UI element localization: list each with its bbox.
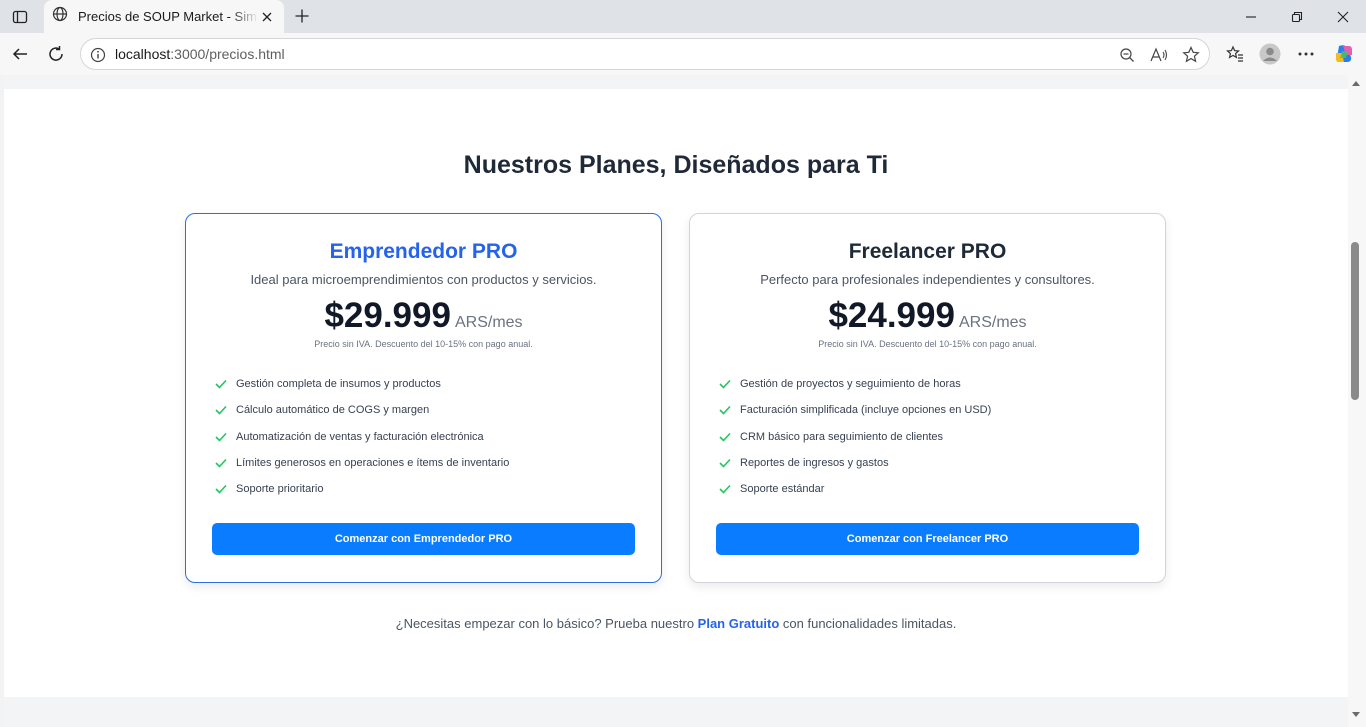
check-icon	[214, 456, 228, 470]
page-viewport: Nuestros Planes, Diseñados para Ti Empre…	[4, 75, 1348, 727]
plan-price-unit: ARS/mes	[958, 314, 1027, 331]
plan-title: Freelancer PRO	[848, 240, 1007, 263]
free-plan-link[interactable]: Plan Gratuito	[698, 616, 780, 631]
plan-card-freelancer: Freelancer PRO Perfecto para profesional…	[689, 213, 1166, 583]
feature-item: Gestión de proyectos y seguimiento de ho…	[718, 371, 991, 397]
feature-item: Cálculo automático de COGS y margen	[214, 397, 509, 423]
plan-features: Gestión de proyectos y seguimiento de ho…	[718, 371, 991, 502]
star-icon[interactable]	[1181, 45, 1201, 65]
check-icon	[718, 482, 732, 496]
sidebar-toggle-icon[interactable]	[6, 4, 34, 30]
check-icon	[214, 377, 228, 391]
plan-description: Ideal para microemprendimientos con prod…	[250, 272, 597, 287]
start-freelancer-button[interactable]: Comenzar con Freelancer PRO	[716, 523, 1139, 555]
feature-item: Soporte estándar	[718, 476, 991, 502]
close-window-icon[interactable]	[1320, 0, 1366, 33]
check-icon	[214, 430, 228, 444]
tab-strip: Precios de SOUP Market - Simplifica	[0, 0, 1366, 33]
copilot-icon[interactable]	[1329, 40, 1359, 68]
check-icon	[718, 403, 732, 417]
globe-icon	[52, 6, 68, 27]
plan-description: Perfecto para profesionales independient…	[760, 272, 1095, 287]
profile-icon[interactable]	[1255, 40, 1285, 68]
plan-price-unit: ARS/mes	[454, 314, 523, 331]
scroll-up-icon[interactable]	[1352, 81, 1360, 86]
browser-toolbar: localhost:3000/precios.html	[0, 33, 1366, 75]
scroll-thumb[interactable]	[1351, 242, 1359, 400]
feature-item: Gestión completa de insumos y productos	[214, 371, 509, 397]
plan-price-note: Precio sin IVA. Descuento del 10-15% con…	[818, 339, 1037, 349]
info-icon[interactable]	[88, 45, 108, 65]
read-aloud-icon[interactable]	[1149, 45, 1169, 65]
plan-price-row: $29.999 ARS/mes	[186, 296, 661, 336]
feature-item: Soporte prioritario	[214, 476, 509, 502]
feature-item: Reportes de ingresos y gastos	[718, 450, 991, 476]
feature-item: Facturación simplificada (incluye opcion…	[718, 397, 991, 423]
plan-features: Gestión completa de insumos y productos …	[214, 371, 509, 502]
feature-item: Límites generosos en operaciones e ítems…	[214, 450, 509, 476]
page-scrollbar[interactable]	[1348, 75, 1366, 727]
plan-price: $24.999	[828, 296, 955, 335]
check-icon	[214, 482, 228, 496]
check-icon	[718, 377, 732, 391]
feature-item: Automatización de ventas y facturación e…	[214, 424, 509, 450]
back-icon[interactable]	[5, 40, 35, 68]
more-icon[interactable]	[1291, 40, 1321, 68]
favorites-icon[interactable]	[1220, 40, 1250, 68]
plan-price-row: $24.999 ARS/mes	[690, 296, 1165, 336]
plan-price-note: Precio sin IVA. Descuento del 10-15% con…	[314, 339, 533, 349]
close-icon[interactable]	[258, 8, 276, 26]
plan-title: Emprendedor PRO	[329, 240, 518, 263]
zoom-out-icon[interactable]	[1117, 45, 1137, 65]
pricing-section: Nuestros Planes, Diseñados para Ti Empre…	[4, 89, 1348, 697]
minimize-icon[interactable]	[1228, 0, 1274, 33]
plan-price: $29.999	[324, 296, 451, 335]
page-title: Nuestros Planes, Diseñados para Ti	[463, 151, 889, 179]
plus-icon[interactable]	[290, 4, 314, 28]
tab-title: Precios de SOUP Market - Simplifica	[78, 9, 258, 24]
active-tab[interactable]: Precios de SOUP Market - Simplifica	[44, 0, 284, 33]
plan-card-emprendedor: Emprendedor PRO Ideal para microemprendi…	[185, 213, 662, 583]
check-icon	[718, 430, 732, 444]
reload-icon[interactable]	[41, 40, 71, 68]
feature-item: CRM básico para seguimiento de clientes	[718, 424, 991, 450]
check-icon	[214, 403, 228, 417]
restore-icon[interactable]	[1274, 0, 1320, 33]
check-icon	[718, 456, 732, 470]
scroll-down-icon[interactable]	[1352, 712, 1360, 717]
url-text[interactable]: localhost:3000/precios.html	[115, 46, 285, 62]
free-plan-note: ¿Necesitas empezar con lo básico? Prueba…	[395, 616, 957, 631]
start-emprendedor-button[interactable]: Comenzar con Emprendedor PRO	[212, 523, 635, 555]
address-bar[interactable]: localhost:3000/precios.html	[80, 38, 1210, 70]
